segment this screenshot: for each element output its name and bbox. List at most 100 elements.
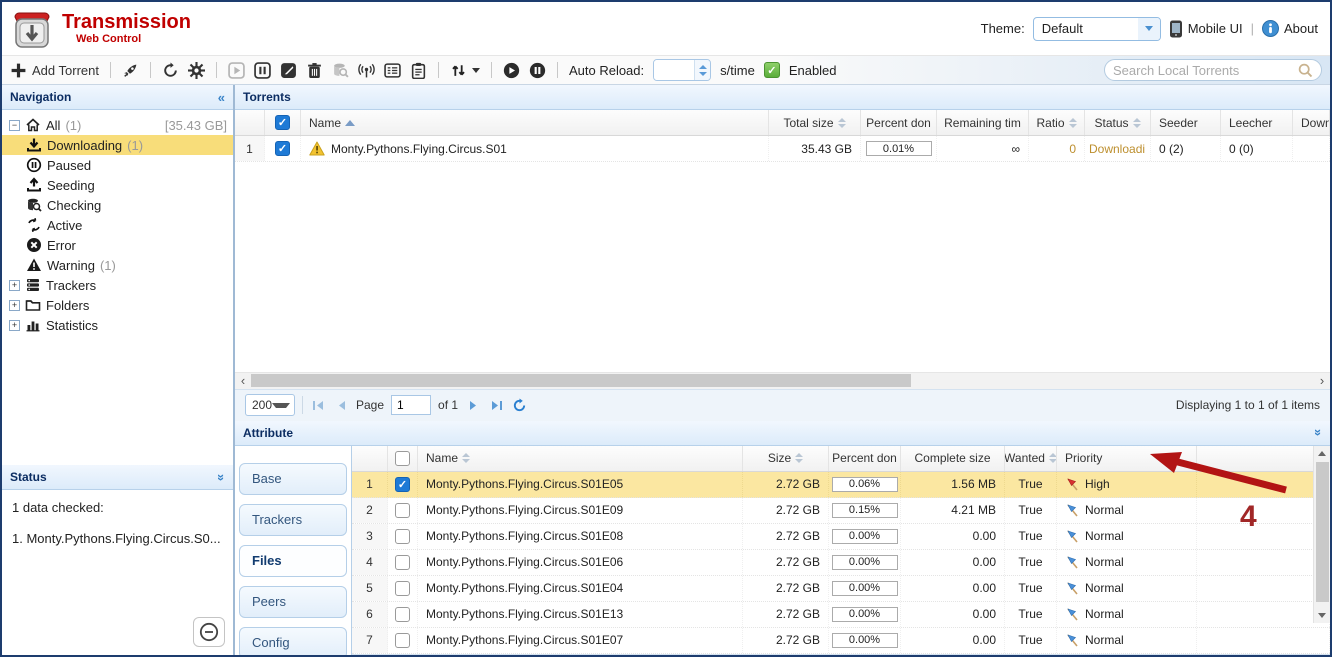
files-col-wanted[interactable]: Wanted [1005, 446, 1057, 471]
nav-item-downloading[interactable]: Downloading (1) [2, 135, 233, 155]
clear-status-button[interactable] [193, 617, 225, 647]
settings-button[interactable] [188, 62, 205, 79]
torrents-col-percent-done[interactable]: Percent don [861, 110, 937, 135]
file-checkbox-cell[interactable]: ✓ [388, 472, 418, 497]
file-checkbox-cell[interactable] [388, 576, 418, 601]
prev-page-button[interactable] [333, 397, 349, 413]
scroll-down-icon[interactable] [1314, 608, 1330, 623]
first-page-button[interactable] [310, 397, 326, 413]
auto-reload-interval-spinner[interactable] [653, 59, 711, 81]
start-all-torrents-button[interactable] [503, 62, 520, 79]
file-checkbox-cell[interactable] [388, 602, 418, 627]
announce-button[interactable] [358, 62, 375, 79]
vertical-scroll-thumb[interactable] [1316, 462, 1329, 602]
last-page-button[interactable] [488, 397, 504, 413]
search-local-torrents-box[interactable] [1104, 59, 1322, 81]
nav-item-statistics[interactable]: + Statistics [2, 315, 233, 335]
file-checkbox[interactable] [395, 607, 410, 622]
files-col-size[interactable]: Size [743, 446, 829, 471]
file-checkbox[interactable]: ✓ [395, 477, 410, 492]
file-row[interactable]: 2 Monty.Pythons.Flying.Circus.S01E09 2.7… [352, 498, 1330, 524]
nav-item-all[interactable]: − All (1) [35.43 GB] [2, 115, 233, 135]
torrent-row[interactable]: 1 ✓ Monty.Pythons.Flying.Circus.S01 35.4… [235, 136, 1330, 162]
torrents-col-seeder[interactable]: Seeder [1151, 110, 1221, 135]
nav-item-warning[interactable]: Warning (1) [2, 255, 233, 275]
nav-item-checking[interactable]: Checking [2, 195, 233, 215]
torrents-col-ratio[interactable]: Ratio [1029, 110, 1085, 135]
tree-expand-icon[interactable]: + [9, 300, 20, 311]
file-checkbox[interactable] [395, 581, 410, 596]
collapse-left-icon[interactable]: « [218, 91, 225, 104]
auto-reload-enabled-checkbox[interactable]: ✓ [764, 62, 780, 78]
recheck-button[interactable] [332, 62, 349, 79]
start-torrent-button[interactable] [228, 62, 245, 79]
scroll-right-icon[interactable]: › [1314, 373, 1330, 388]
files-vertical-scrollbar[interactable] [1313, 446, 1330, 624]
torrents-col-remaining[interactable]: Remaining tim [937, 110, 1029, 135]
nav-item-trackers[interactable]: + Trackers [2, 275, 233, 295]
file-checkbox-cell[interactable] [388, 550, 418, 575]
theme-select-button[interactable] [1138, 18, 1160, 40]
tree-expand-icon[interactable]: + [9, 320, 20, 331]
details-button[interactable] [384, 62, 401, 79]
files-col-priority[interactable]: Priority [1057, 446, 1197, 471]
torrents-col-total-size[interactable]: Total size [769, 110, 861, 135]
collapse-down-icon[interactable]: » [1312, 429, 1325, 436]
nav-item-error[interactable]: Error [2, 235, 233, 255]
collapse-down-icon[interactable]: » [215, 473, 228, 480]
files-select-all-checkbox[interactable] [395, 451, 410, 466]
nav-item-active[interactable]: Active [2, 215, 233, 235]
file-checkbox[interactable] [395, 633, 410, 648]
nav-item-seeding[interactable]: Seeding [2, 175, 233, 195]
torrents-col-leecher[interactable]: Leecher [1221, 110, 1293, 135]
scroll-left-icon[interactable]: ‹ [235, 373, 251, 388]
file-checkbox-cell[interactable] [388, 498, 418, 523]
tab-config[interactable]: Config [239, 627, 347, 657]
file-checkbox-cell[interactable] [388, 524, 418, 549]
torrents-col-download[interactable]: Downlo [1293, 110, 1330, 135]
start-all-button[interactable] [122, 62, 139, 79]
search-input[interactable] [1113, 63, 1298, 78]
remove-button[interactable] [306, 62, 323, 79]
file-row[interactable]: 6 Monty.Pythons.Flying.Circus.S01E13 2.7… [352, 602, 1330, 628]
tab-files[interactable]: Files [239, 545, 347, 577]
torrents-horizontal-scrollbar[interactable]: ‹ › [235, 372, 1330, 389]
horizontal-scroll-thumb[interactable] [251, 374, 911, 387]
rename-button[interactable] [280, 62, 297, 79]
nav-item-folders[interactable]: + Folders [2, 295, 233, 315]
file-checkbox[interactable] [395, 555, 410, 570]
auto-reload-interval-input[interactable] [654, 60, 694, 80]
spinner-buttons[interactable] [694, 60, 710, 80]
tab-trackers[interactable]: Trackers [239, 504, 347, 536]
queue-move-button[interactable] [450, 62, 480, 79]
file-row[interactable]: 1 ✓ Monty.Pythons.Flying.Circus.S01E05 2… [352, 472, 1330, 498]
mobile-ui-link[interactable]: Mobile UI [1169, 20, 1243, 38]
tree-collapse-icon[interactable]: − [9, 120, 20, 131]
pause-all-torrents-button[interactable] [529, 62, 546, 79]
files-col-checkbox[interactable] [388, 446, 418, 471]
file-row[interactable]: 5 Monty.Pythons.Flying.Circus.S01E04 2.7… [352, 576, 1330, 602]
pause-torrent-button[interactable] [254, 62, 271, 79]
next-page-button[interactable] [465, 397, 481, 413]
file-row[interactable]: 7 Monty.Pythons.Flying.Circus.S01E07 2.7… [352, 628, 1330, 654]
page-size-select[interactable]: 200 [245, 394, 295, 416]
file-checkbox[interactable] [395, 503, 410, 518]
tab-base[interactable]: Base [239, 463, 347, 495]
files-col-complete[interactable]: Complete size [901, 446, 1005, 471]
file-row[interactable]: 3 Monty.Pythons.Flying.Circus.S01E08 2.7… [352, 524, 1330, 550]
refresh-page-button[interactable] [511, 397, 527, 413]
reload-button[interactable] [162, 62, 179, 79]
page-number-input[interactable] [391, 395, 431, 415]
torrents-col-status[interactable]: Status [1085, 110, 1151, 135]
nav-item-paused[interactable]: Paused [2, 155, 233, 175]
scroll-up-icon[interactable] [1314, 446, 1330, 461]
files-col-percent[interactable]: Percent don [829, 446, 901, 471]
torrents-col-name[interactable]: Name [301, 110, 769, 135]
add-torrent-button[interactable]: Add Torrent [10, 62, 99, 79]
file-checkbox-cell[interactable] [388, 628, 418, 653]
file-row[interactable]: 4 Monty.Pythons.Flying.Circus.S01E06 2.7… [352, 550, 1330, 576]
select-all-checkbox[interactable]: ✓ [275, 115, 290, 130]
copy-path-button[interactable] [410, 62, 427, 79]
torrent-row-checkbox-cell[interactable]: ✓ [265, 136, 301, 161]
file-checkbox[interactable] [395, 529, 410, 544]
